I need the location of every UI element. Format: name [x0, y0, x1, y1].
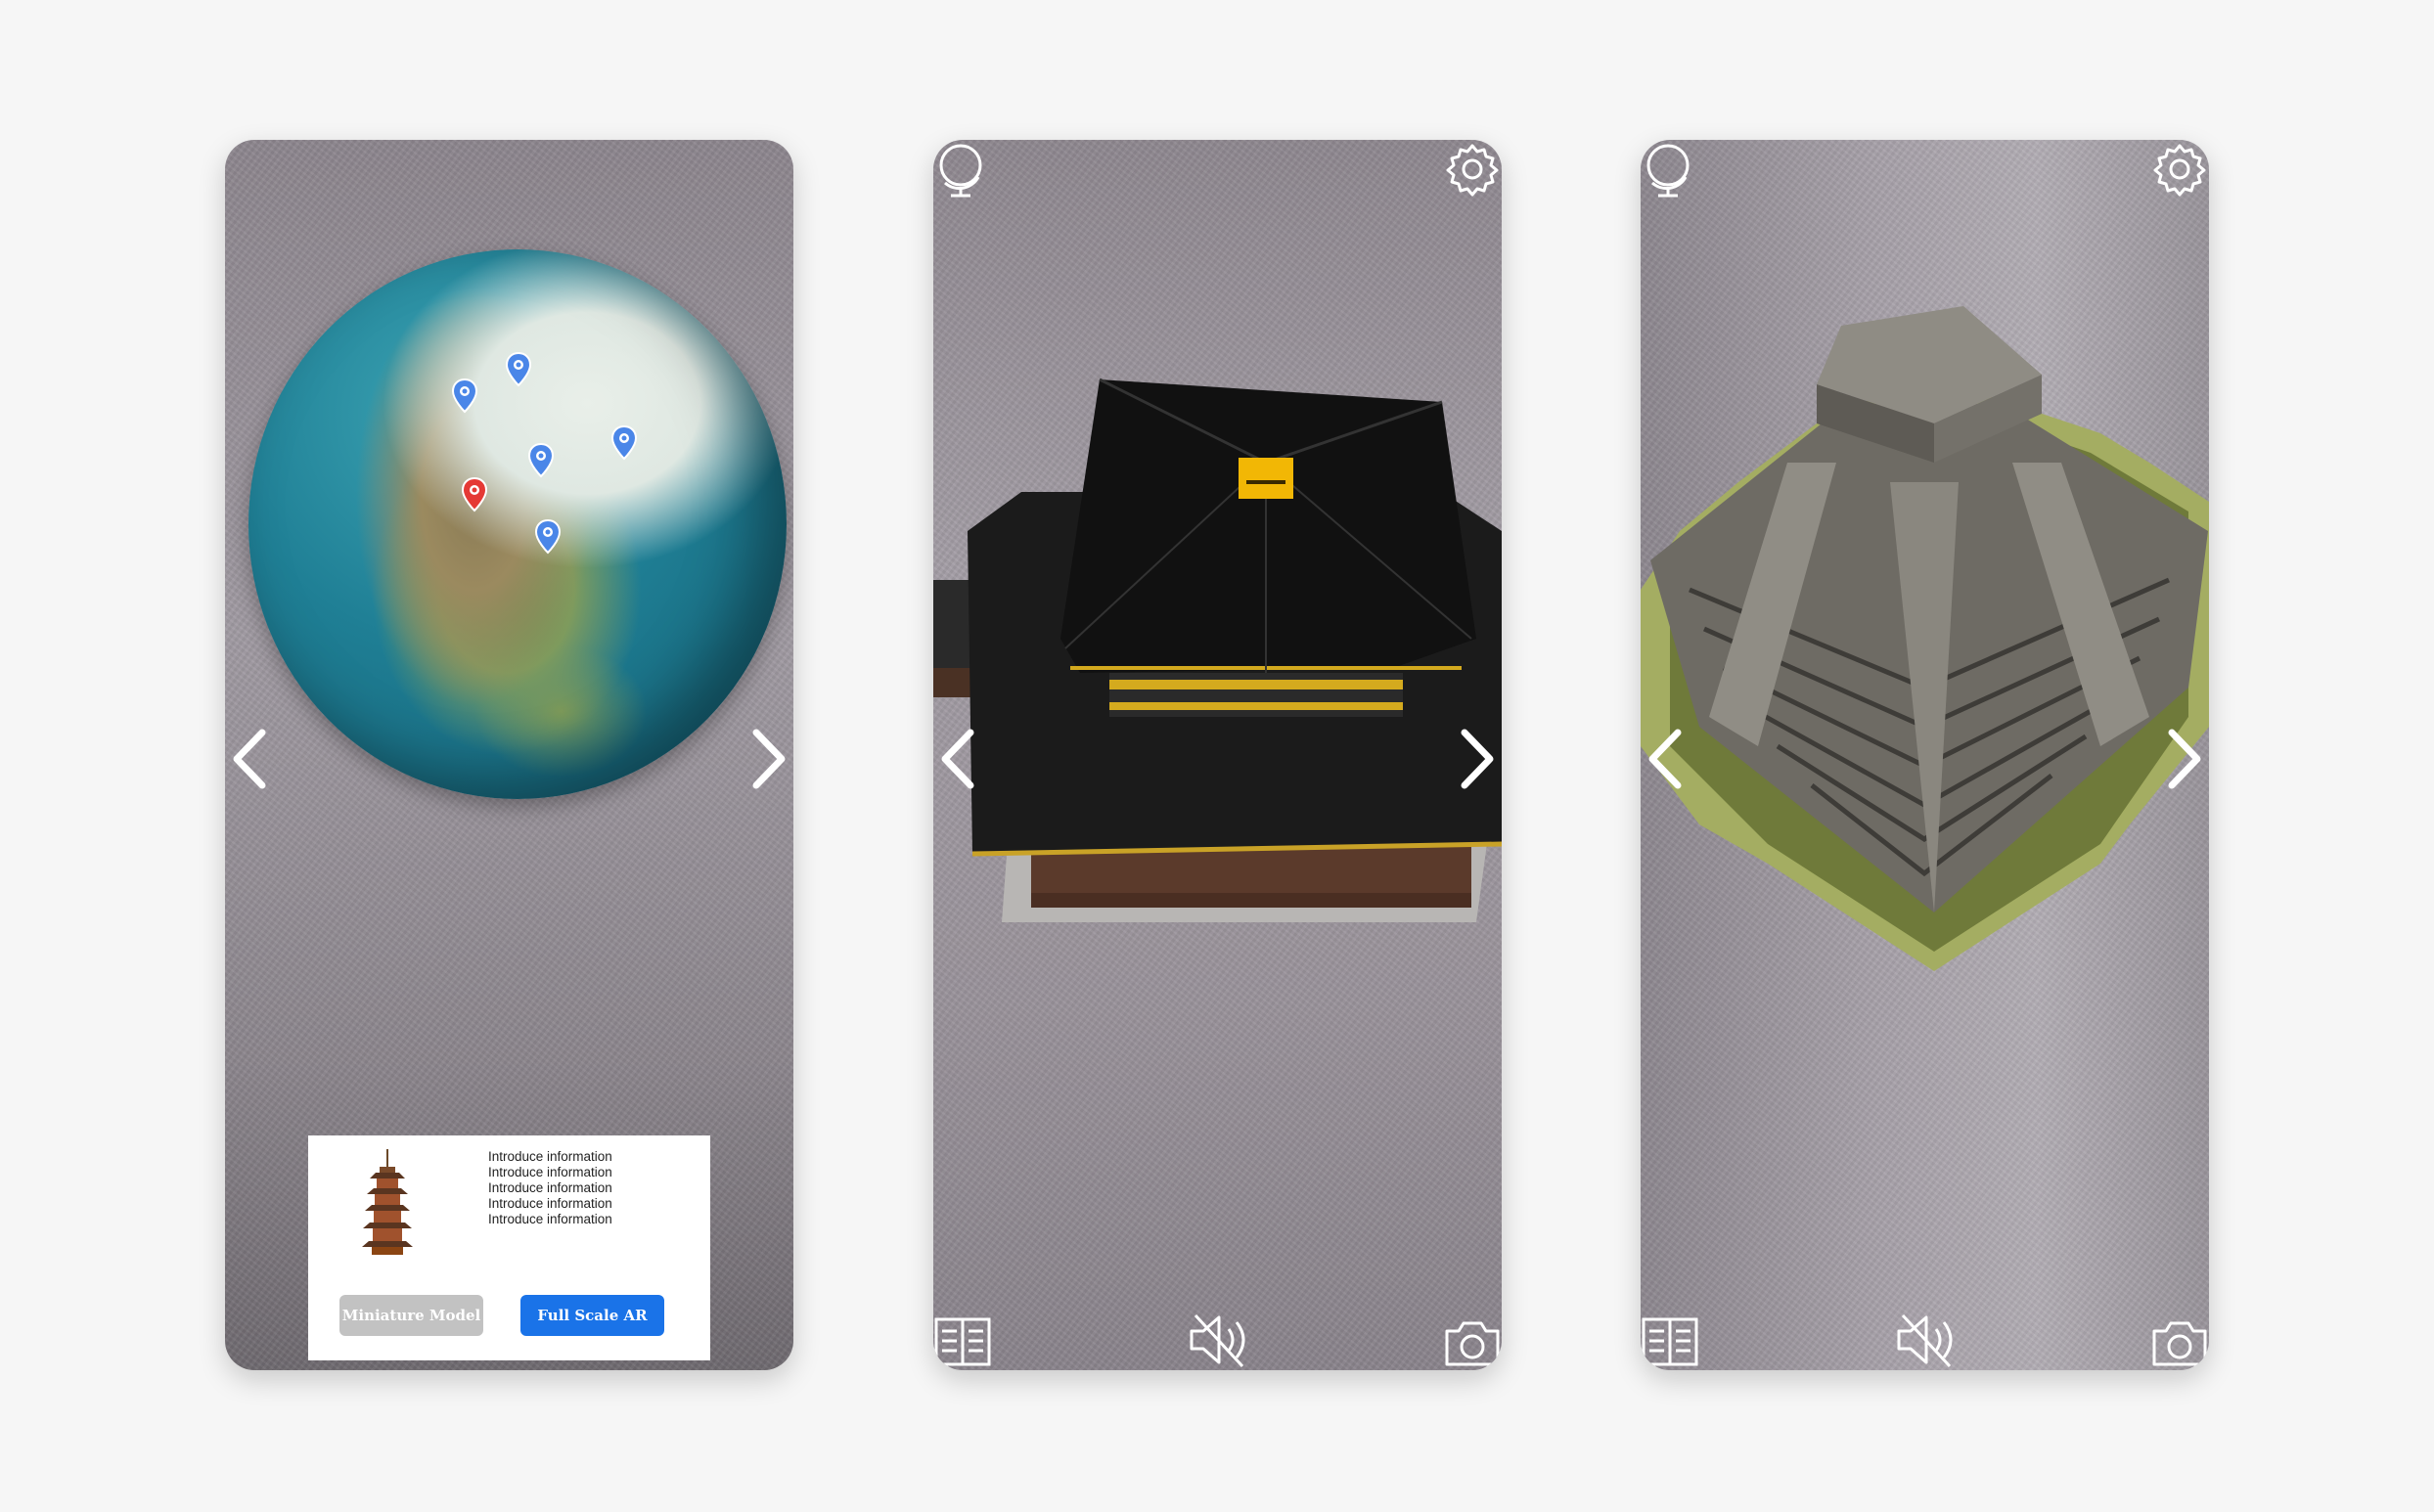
settings-icon[interactable]	[1443, 140, 1502, 199]
info-line: Introduce information	[488, 1165, 612, 1179]
info-line: Introduce information	[488, 1196, 612, 1211]
full-scale-ar-button[interactable]: Full Scale AR	[520, 1295, 664, 1336]
location-pin-icon[interactable]	[534, 518, 562, 555]
catalog-icon[interactable]	[1641, 1312, 1699, 1370]
info-text: Introduce information Introduce informat…	[488, 1149, 612, 1227]
chevron-right-icon[interactable]	[746, 725, 791, 793]
ar-screen-globe: Introduce information Introduce informat…	[225, 140, 793, 1370]
settings-icon[interactable]	[2150, 140, 2209, 199]
temple-3d-model[interactable]	[933, 140, 1502, 1370]
ar-screen-temple	[933, 140, 1502, 1370]
earth-globe[interactable]	[248, 249, 787, 799]
chevron-left-icon[interactable]	[935, 725, 980, 793]
info-card: Introduce information Introduce informat…	[308, 1135, 710, 1360]
camera-icon[interactable]	[2150, 1312, 2209, 1370]
chevron-right-icon[interactable]	[1455, 725, 1500, 793]
location-pin-icon[interactable]	[505, 351, 532, 387]
location-pin-icon[interactable]	[451, 378, 478, 414]
selected-location-pin-icon[interactable]	[461, 476, 488, 512]
ar-screen-pyramid	[1641, 140, 2209, 1370]
mute-icon[interactable]	[1186, 1310, 1254, 1370]
location-pin-icon[interactable]	[527, 442, 555, 478]
chevron-right-icon[interactable]	[2162, 725, 2207, 793]
catalog-icon[interactable]	[933, 1312, 992, 1370]
camera-icon[interactable]	[1443, 1312, 1502, 1370]
globe-icon[interactable]	[1641, 140, 1699, 199]
pagoda-icon	[362, 1149, 413, 1257]
info-line: Introduce information	[488, 1149, 612, 1164]
info-line: Introduce information	[488, 1180, 612, 1195]
chevron-left-icon[interactable]	[1643, 725, 1688, 793]
pyramid-3d-model[interactable]	[1641, 140, 2209, 1370]
globe-icon[interactable]	[933, 140, 992, 199]
mute-icon[interactable]	[1893, 1310, 1961, 1370]
info-line: Introduce information	[488, 1212, 612, 1226]
location-pin-icon[interactable]	[610, 424, 638, 461]
chevron-left-icon[interactable]	[227, 725, 272, 793]
miniature-model-button[interactable]: Miniature Model	[339, 1295, 483, 1336]
